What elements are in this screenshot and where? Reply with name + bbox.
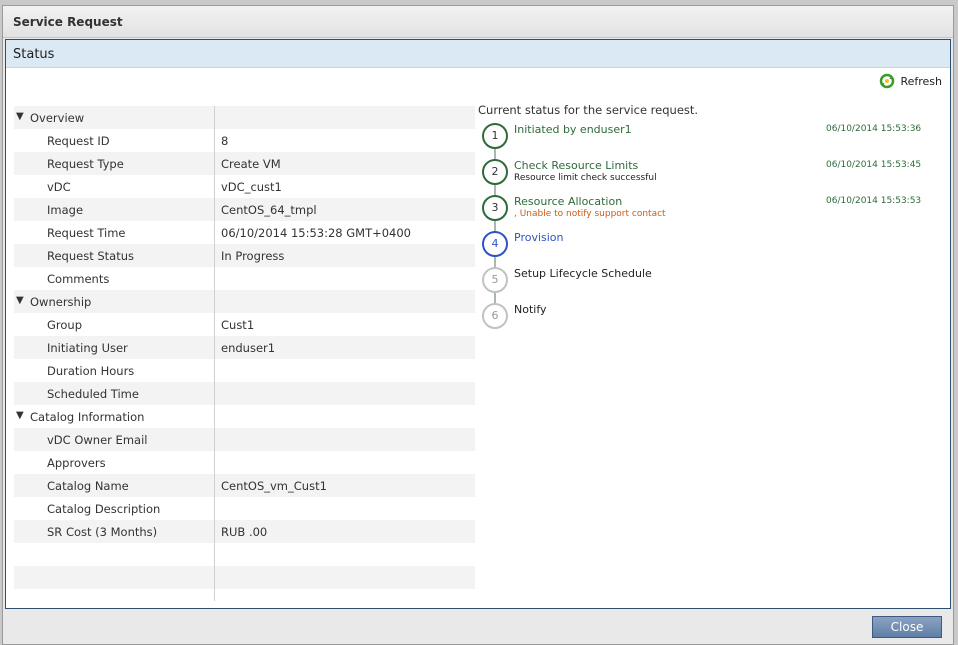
step-label: Resource Allocation (514, 195, 623, 208)
step-number-circle: 2 (482, 159, 508, 185)
table-row: Request Time 06/10/2014 15:53:28 GMT+0400 (14, 221, 475, 244)
status-panel: Status Refresh ▼ Overview Request ID 8 Reque… (5, 39, 951, 609)
refresh-label: Refresh (900, 74, 942, 88)
step-timestamp: 06/10/2014 15:53:36 (826, 124, 922, 134)
step-number-circle: 4 (482, 231, 508, 257)
table-row: Catalog Name CentOS_vm_Cust1 (14, 474, 475, 497)
table-row: Scheduled Time (14, 382, 475, 405)
workflow-caption: Current status for the service request. (478, 103, 699, 117)
close-button[interactable]: Close (872, 616, 942, 638)
collapse-triangle-icon[interactable]: ▼ (16, 410, 24, 421)
field-value: enduser1 (221, 341, 276, 355)
table-row: SR Cost (3 Months) RUB .00 (14, 520, 475, 543)
step-label: Initiated by enduser1 (514, 123, 632, 136)
table-row: Group Cust1 (14, 313, 475, 336)
field-label: Initiating User (47, 341, 128, 355)
table-row: Request ID 8 (14, 129, 475, 152)
table-row: vDC vDC_cust1 (14, 175, 475, 198)
group-header-overview[interactable]: ▼ Overview (14, 106, 475, 129)
field-label: Group (47, 318, 83, 332)
step-label: Check Resource Limits (514, 159, 639, 172)
refresh-button[interactable]: Refresh (879, 72, 942, 90)
group-label: Overview (30, 111, 85, 125)
field-value: Cust1 (221, 318, 255, 332)
table-row: Duration Hours (14, 359, 475, 382)
table-row: Initiating User enduser1 (14, 336, 475, 359)
workflow-step: 5 Setup Lifecycle Schedule (482, 267, 942, 297)
field-value: RUB .00 (221, 525, 268, 539)
step-number-circle: 5 (482, 267, 508, 293)
group-label: Ownership (30, 295, 92, 309)
step-label: Notify (514, 303, 547, 316)
field-value: 8 (221, 134, 229, 148)
table-row: vDC Owner Email (14, 428, 475, 451)
field-label: Request Type (47, 157, 124, 171)
table-row: Comments (14, 267, 475, 290)
workflow-step: 6 Notify (482, 303, 942, 333)
group-header-catalog-information[interactable]: ▼ Catalog Information (14, 405, 475, 428)
field-label: Catalog Description (47, 502, 161, 516)
workflow-step: 3 Resource Allocation, Unable to notify s… (482, 195, 942, 225)
table-row: Request Status In Progress (14, 244, 475, 267)
details-table: ▼ Overview Request ID 8 Request Type Create V… (14, 106, 475, 601)
table-row: Catalog Description (14, 497, 475, 520)
field-label: Approvers (47, 456, 106, 470)
collapse-triangle-icon[interactable]: ▼ (16, 111, 24, 122)
field-label: Request Status (47, 249, 135, 263)
workflow-step: 2 Check Resource Limits Resource limit che… (482, 159, 942, 189)
field-value: vDC_cust1 (221, 180, 282, 194)
step-timestamp: 06/10/2014 15:53:53 (826, 196, 922, 206)
collapse-triangle-icon[interactable]: ▼ (16, 295, 24, 306)
dialog-footer: Close (3, 611, 953, 644)
field-label: Request ID (47, 134, 110, 148)
table-row: Image CentOS_64_tmpl (14, 198, 475, 221)
table-row: Request Type Create VM (14, 152, 475, 175)
field-label: vDC (47, 180, 71, 194)
workflow-step: 1 Initiated by enduser1 06/10/2014 15:53:3… (482, 123, 942, 153)
workflow-step: 4 Provision (482, 231, 942, 261)
field-label: Scheduled Time (47, 387, 139, 401)
field-label: SR Cost (3 Months) (47, 525, 158, 539)
status-panel-header: Status (6, 40, 950, 68)
step-label: Setup Lifecycle Schedule (514, 267, 652, 280)
empty-row (14, 543, 475, 566)
group-label: Catalog Information (30, 410, 145, 424)
field-label: Request Time (47, 226, 126, 240)
status-panel-title: Status (13, 47, 55, 62)
step-number-circle: 3 (482, 195, 508, 221)
service-request-dialog: Service Request Status Refresh ▼ Overview… (2, 5, 954, 645)
step-number-circle: 6 (482, 303, 508, 329)
field-label: Comments (47, 272, 110, 286)
step-detail: Resource limit check successful (514, 173, 657, 183)
table-row: Approvers (14, 451, 475, 474)
field-value: CentOS_vm_Cust1 (221, 479, 327, 493)
dialog-title-bar[interactable]: Service Request (3, 6, 953, 38)
field-label: Catalog Name (47, 479, 129, 493)
field-value: In Progress (221, 249, 285, 263)
group-header-ownership[interactable]: ▼ Ownership (14, 290, 475, 313)
field-label: Image (47, 203, 84, 217)
step-timestamp: 06/10/2014 15:53:45 (826, 160, 922, 170)
field-label: Duration Hours (47, 364, 135, 378)
field-value: 06/10/2014 15:53:28 GMT+0400 (221, 226, 412, 240)
field-value: CentOS_64_tmpl (221, 203, 317, 217)
dialog-title: Service Request (13, 15, 123, 29)
step-label: Provision (514, 231, 564, 244)
refresh-icon (880, 73, 895, 89)
field-label: vDC Owner Email (47, 433, 148, 447)
workflow-steps: Current status for the service request. … (478, 103, 948, 363)
column-divider (214, 106, 215, 601)
empty-row (14, 566, 475, 589)
field-value: Create VM (221, 157, 281, 171)
step-number-circle: 1 (482, 123, 508, 149)
step-detail: , Unable to notify support contact (514, 209, 666, 219)
